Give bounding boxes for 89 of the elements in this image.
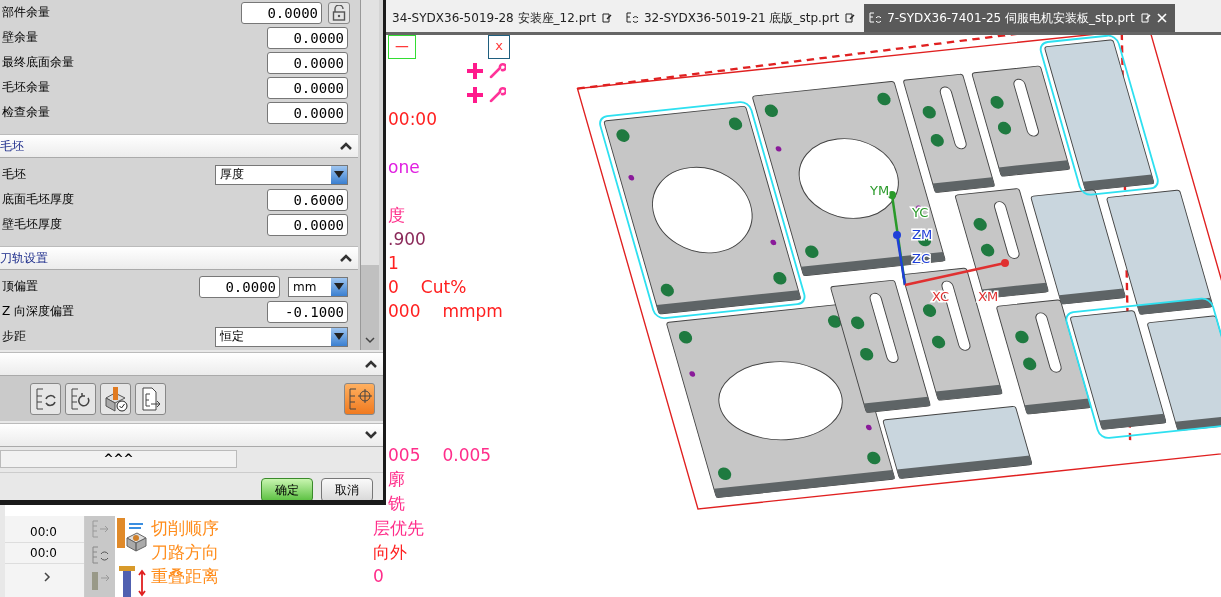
- number-field[interactable]: 0.0000: [241, 1, 322, 24]
- file-tab[interactable]: 7-SYDX36-7401-25 伺服电机安装板_stp.prt: [864, 4, 1175, 32]
- parameter-value: 0.005: [442, 445, 492, 465]
- parameter-value: .900: [388, 229, 426, 249]
- dropdown[interactable]: 恒定: [215, 326, 348, 347]
- number-field[interactable]: 0.0000: [267, 76, 348, 99]
- field-label: Z 向深度偏置: [2, 303, 76, 320]
- parameter-value: 铣: [388, 491, 405, 515]
- tool-button[interactable]: [65, 382, 96, 415]
- tool-button[interactable]: [30, 382, 61, 415]
- number-field[interactable]: 0.0000: [267, 101, 348, 124]
- chevron-up-icon[interactable]: [364, 359, 378, 369]
- field-label: 最终底面余量: [2, 54, 75, 71]
- chevron-down-icon[interactable]: [365, 337, 375, 344]
- field-label: 毛坯余量: [2, 79, 51, 96]
- parameter-value: 1: [388, 253, 399, 273]
- parameter-value: mmpm: [442, 301, 503, 321]
- tool-button[interactable]: [135, 382, 166, 415]
- section-header[interactable]: 毛坯: [0, 134, 358, 158]
- expand-toggle[interactable]: ^^^: [0, 450, 237, 468]
- field-label: 毛坯: [2, 166, 27, 183]
- lock-button[interactable]: [328, 1, 350, 24]
- wrench-icon[interactable]: [488, 86, 506, 104]
- wrench-icon[interactable]: [488, 62, 506, 80]
- parameter-value: Cut%: [420, 277, 467, 297]
- plus-icon[interactable]: [466, 62, 484, 80]
- parameter-value: 廓: [388, 467, 405, 491]
- axis-label: XC: [932, 289, 950, 304]
- tool-button[interactable]: [344, 382, 375, 415]
- field-label: 检查余量: [2, 104, 51, 121]
- close-icon[interactable]: [1156, 13, 1167, 23]
- chevron-right-icon[interactable]: [43, 572, 51, 582]
- chevron-down-icon[interactable]: [364, 430, 378, 440]
- dropdown-arrow-icon: [334, 171, 344, 178]
- number-field[interactable]: 0.0000: [267, 213, 348, 236]
- edit-icon: [1139, 12, 1152, 24]
- replay-icon[interactable]: [89, 544, 111, 566]
- verify-icon: [102, 385, 129, 412]
- dropdown-arrow-icon: [334, 283, 344, 290]
- cutter-block-icon: [115, 516, 147, 552]
- display-path-icon: [346, 385, 373, 412]
- parameter-value: 0: [388, 277, 399, 297]
- number-field[interactable]: -0.1000: [267, 300, 348, 323]
- number-field[interactable]: 0.0000: [267, 51, 348, 74]
- file-tab[interactable]: 34-SYDX36-5019-28 安装座_12.prt: [388, 4, 621, 32]
- plus-icon[interactable]: [466, 86, 484, 104]
- chevron-up-icon[interactable]: [339, 141, 353, 151]
- parameter-label: 切削顺序: [151, 516, 220, 540]
- scrollbar[interactable]: [360, 0, 379, 350]
- section-header[interactable]: 刀轨设置: [0, 246, 358, 270]
- dropdown-arrow-icon: [334, 333, 344, 340]
- parameter-label: 重叠距离: [151, 564, 220, 588]
- parameter-value: 向外: [373, 540, 407, 564]
- minimize-button[interactable]: 一: [388, 35, 416, 59]
- axis-label: YC: [912, 205, 929, 220]
- field-label: 壁余量: [2, 29, 39, 46]
- field-label: 壁毛坯厚度: [2, 216, 63, 233]
- number-field[interactable]: 0.0000: [267, 26, 348, 49]
- number-field[interactable]: 0.0000: [199, 275, 280, 298]
- field-label: 部件余量: [2, 4, 51, 21]
- dialog-button[interactable]: 取消: [321, 478, 373, 500]
- field-label: 顶偏置: [2, 278, 39, 295]
- close-button[interactable]: x: [488, 35, 510, 59]
- axis-label: YM: [870, 183, 890, 198]
- sync-icon: [624, 11, 639, 25]
- parameter-value: 层优先: [373, 516, 424, 540]
- file-tab[interactable]: 32-SYDX36-5019-21 底版_stp.prt: [620, 4, 865, 32]
- edit-icon: [600, 12, 613, 24]
- parameter-value: 度: [388, 203, 405, 227]
- axis-label: ZC: [912, 251, 930, 266]
- field-label: 底面毛坯厚度: [2, 191, 75, 208]
- parameter-value: one: [388, 157, 420, 177]
- chevron-up-icon[interactable]: [339, 253, 353, 263]
- table-cell: 00:0: [30, 525, 57, 539]
- parameter-value: 00:00: [388, 109, 437, 129]
- number-field[interactable]: 0.6000: [267, 188, 348, 211]
- parameter-label: 刀路方向: [151, 540, 220, 564]
- parameter-value: 0: [373, 566, 384, 586]
- parameter-value: 005: [388, 445, 421, 465]
- padlock-icon: [332, 4, 346, 21]
- tool-button[interactable]: [100, 382, 131, 415]
- field-label: 步距: [2, 328, 27, 345]
- dialog-button[interactable]: 确定: [261, 478, 313, 500]
- sync-icon: [868, 11, 883, 25]
- dropdown[interactable]: 厚度: [215, 164, 348, 185]
- unit-dropdown[interactable]: mm: [288, 276, 348, 297]
- edit-icon: [844, 12, 857, 24]
- table-cell: 00:0: [30, 546, 57, 560]
- parameter-value: 000: [388, 301, 421, 321]
